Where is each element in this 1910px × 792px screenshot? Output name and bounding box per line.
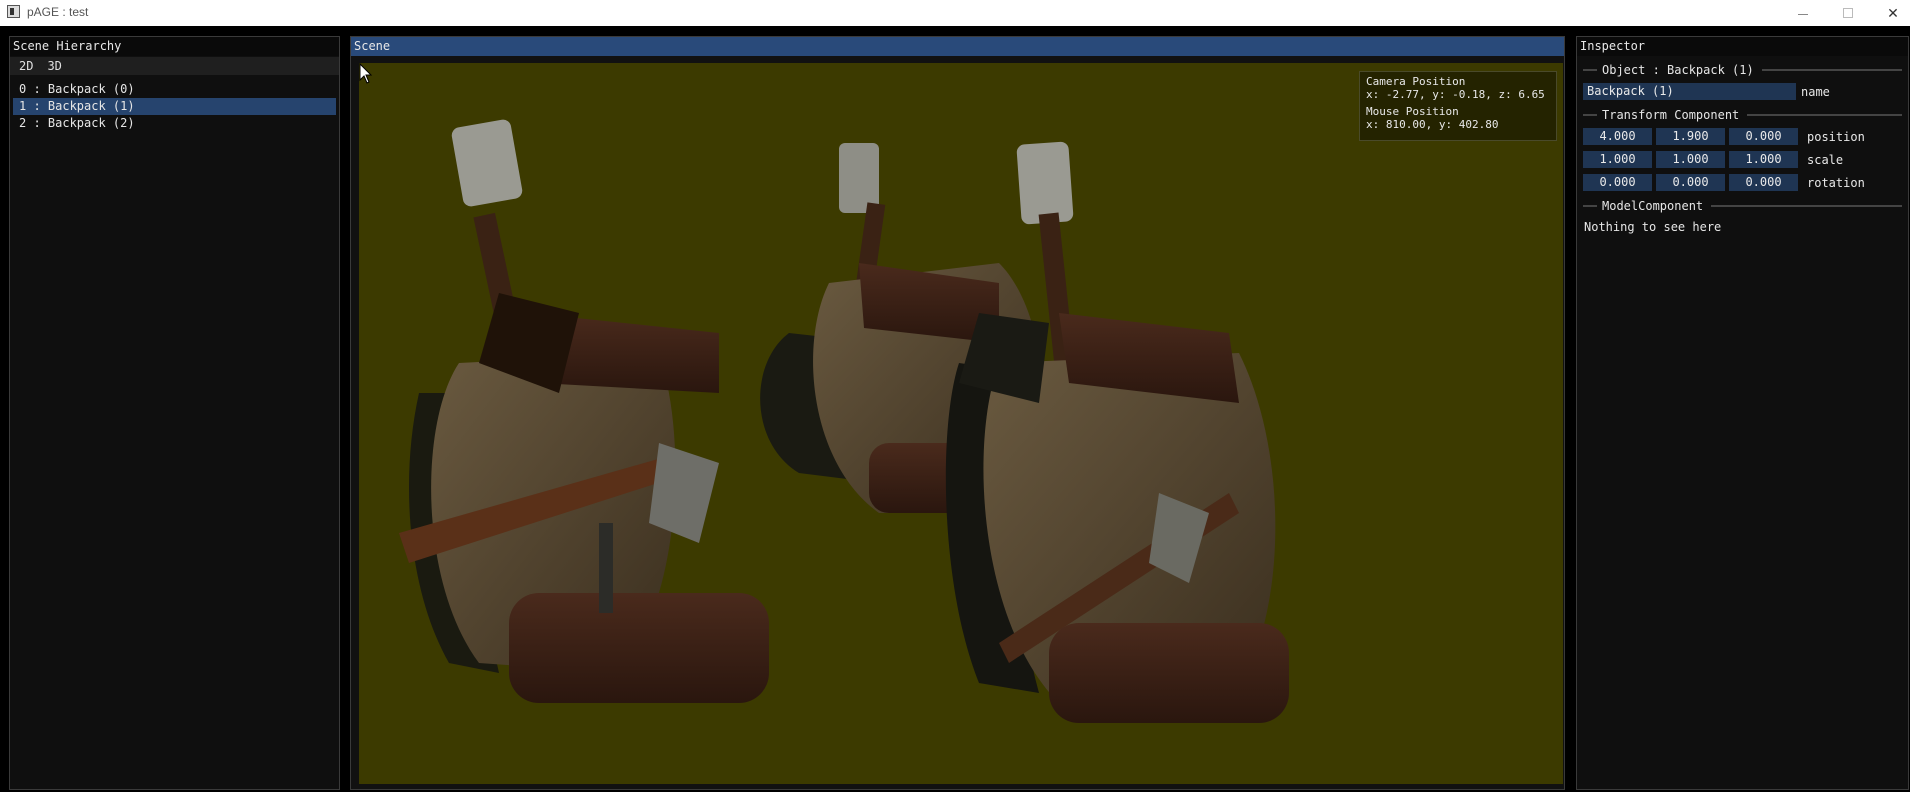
camera-position-value: x: -2.77, y: -0.18, z: 6.65 — [1366, 88, 1545, 101]
minimize-icon — [1798, 13, 1808, 15]
close-icon: ✕ — [1887, 4, 1899, 21]
object-section-header: Object : Backpack (1) — [1583, 62, 1902, 78]
tab-3d[interactable]: 3D — [40, 57, 68, 75]
rotation-x-input[interactable]: 0.000 — [1583, 174, 1652, 191]
position-x-input[interactable]: 4.000 — [1583, 128, 1652, 145]
camera-info-overlay: Camera Position x: -2.77, y: -0.18, z: 6… — [1359, 71, 1557, 141]
scene-panel: Scene Camera Position x: -2.77, y: -0.18… — [350, 36, 1565, 790]
rotation-row: 0.000 0.000 0.000 rotation — [1583, 173, 1902, 192]
inspector-title[interactable]: Inspector — [1577, 37, 1908, 56]
scene-render — [399, 119, 1289, 723]
backpack-model-0 — [399, 119, 769, 703]
rotation-label: rotation — [1807, 175, 1865, 190]
rotation-z-input[interactable]: 0.000 — [1729, 174, 1798, 191]
position-label: position — [1807, 129, 1865, 144]
model-section-header: ModelComponent — [1583, 198, 1902, 214]
mouse-position-value: x: 810.00, y: 402.80 — [1366, 118, 1499, 131]
scale-label: scale — [1807, 152, 1844, 167]
mouse-cursor-icon — [359, 63, 373, 84]
hierarchy-tabbar: 2D 3D — [10, 57, 339, 75]
maximize-button[interactable] — [1826, 0, 1870, 26]
hierarchy-list: 0 : Backpack (0) 1 : Backpack (1) 2 : Ba… — [10, 81, 339, 132]
name-label: name — [1801, 84, 1830, 99]
scale-z-input[interactable]: 1.000 — [1729, 151, 1798, 168]
scene-hierarchy-panel: Scene Hierarchy 2D 3D 0 : Backpack (0) 1… — [9, 36, 340, 790]
window-titlebar: pAGE : test ✕ — [0, 0, 1910, 26]
hierarchy-title[interactable]: Scene Hierarchy — [10, 37, 339, 56]
model-header-label: ModelComponent — [1602, 199, 1704, 213]
mouse-position-label: Mouse Position — [1366, 105, 1459, 118]
object-header-label: Object : Backpack (1) — [1602, 63, 1754, 77]
list-item[interactable]: 2 : Backpack (2) — [13, 115, 336, 132]
app-icon — [7, 5, 20, 18]
camera-position-label: Camera Position — [1366, 75, 1466, 88]
name-input[interactable]: Backpack (1) — [1583, 83, 1796, 100]
inspector-panel: Inspector Object : Backpack (1) Backpack… — [1576, 36, 1909, 790]
list-item[interactable]: 0 : Backpack (0) — [13, 81, 336, 98]
backpack-model-2 — [945, 141, 1289, 723]
scale-x-input[interactable]: 1.000 — [1583, 151, 1652, 168]
list-item-selected[interactable]: 1 : Backpack (1) — [13, 98, 336, 115]
maximize-icon — [1843, 8, 1853, 18]
position-z-input[interactable]: 0.000 — [1729, 128, 1798, 145]
scale-y-input[interactable]: 1.000 — [1656, 151, 1725, 168]
position-y-input[interactable]: 1.900 — [1656, 128, 1725, 145]
transform-header-label: Transform Component — [1602, 108, 1740, 122]
transform-section-header: Transform Component — [1583, 107, 1902, 123]
tab-2d[interactable]: 2D — [12, 57, 40, 75]
scene-viewport[interactable]: Camera Position x: -2.77, y: -0.18, z: 6… — [359, 63, 1563, 784]
window-title: pAGE : test — [27, 5, 89, 19]
rotation-y-input[interactable]: 0.000 — [1656, 174, 1725, 191]
scene-title[interactable]: Scene — [351, 37, 1564, 56]
close-button[interactable]: ✕ — [1871, 0, 1910, 26]
scale-row: 1.000 1.000 1.000 scale — [1583, 150, 1902, 169]
model-info-text: Nothing to see here — [1584, 220, 1722, 234]
position-row: 4.000 1.900 0.000 position — [1583, 127, 1902, 146]
name-field-row: Backpack (1) name — [1583, 82, 1902, 101]
minimize-button[interactable] — [1781, 0, 1825, 26]
